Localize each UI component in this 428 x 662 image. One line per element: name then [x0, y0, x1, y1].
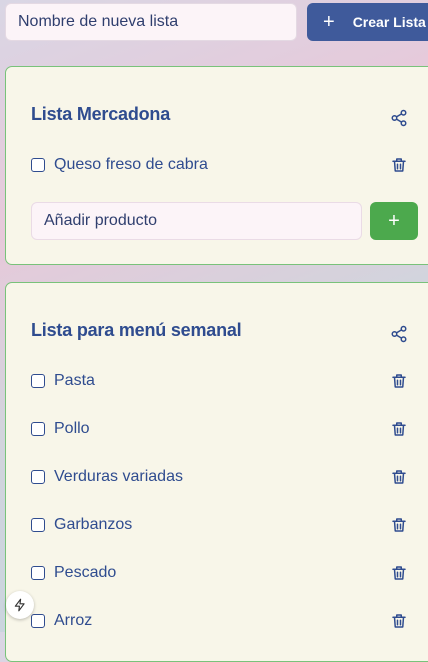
item-label: Pescado — [54, 564, 117, 581]
item-checkbox[interactable] — [31, 470, 45, 484]
plus-icon: + — [388, 209, 400, 232]
list-item: Garbanzos — [31, 513, 421, 537]
item-checkbox[interactable] — [31, 614, 45, 628]
item-label: Arroz — [54, 612, 93, 629]
add-product-input[interactable] — [31, 202, 362, 240]
list-title: Lista para menú semanal — [31, 320, 242, 340]
trash-icon[interactable] — [390, 516, 408, 534]
list-card-menu-semanal: Lista para menú semanal Pasta Pollo Verd… — [5, 282, 428, 662]
trash-icon[interactable] — [390, 564, 408, 582]
item-label: Pollo — [54, 420, 90, 437]
list-title: Lista Mercadona — [31, 104, 171, 124]
list-item: Pollo — [31, 417, 421, 441]
top-bar: + Crear Lista — [0, 0, 428, 44]
plus-icon: + — [323, 11, 335, 33]
trash-icon[interactable] — [390, 156, 408, 174]
list-item: Arroz — [31, 609, 421, 633]
new-list-name-input[interactable] — [5, 3, 297, 41]
item-checkbox[interactable] — [31, 374, 45, 388]
trash-icon[interactable] — [390, 420, 408, 438]
list-item: Verduras variadas — [31, 465, 421, 489]
share-icon[interactable] — [390, 109, 408, 127]
item-checkbox[interactable] — [31, 518, 45, 532]
bolt-icon — [14, 598, 25, 612]
list-item: Pasta — [31, 369, 421, 393]
item-checkbox[interactable] — [31, 158, 45, 172]
trash-icon[interactable] — [390, 372, 408, 390]
item-label: Garbanzos — [54, 516, 133, 533]
dev-tools-button[interactable] — [6, 591, 34, 619]
create-list-label: Crear Lista — [352, 14, 426, 30]
item-label: Queso freso de cabra — [54, 156, 208, 173]
list-card-mercadona: Lista Mercadona Queso freso de cabra + — [5, 66, 428, 265]
share-icon[interactable] — [390, 325, 408, 343]
add-product-button[interactable]: + — [370, 202, 418, 240]
item-label: Verduras variadas — [54, 468, 183, 485]
list-item: Queso freso de cabra — [31, 153, 421, 177]
item-checkbox[interactable] — [31, 422, 45, 436]
trash-icon[interactable] — [390, 612, 408, 630]
item-checkbox[interactable] — [31, 566, 45, 580]
list-item: Pescado — [31, 561, 421, 585]
trash-icon[interactable] — [390, 468, 408, 486]
create-list-button[interactable]: + Crear Lista — [307, 3, 428, 41]
item-label: Pasta — [54, 372, 95, 389]
